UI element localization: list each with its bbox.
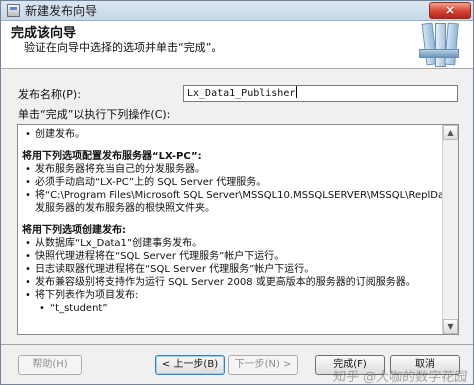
summary-line-transaction-publication: 从数据库“Lx_Data1”创建事务发布。 — [22, 237, 443, 250]
summary-line-snapshot-agent: 快照代理进程将在“SQL Server 代理服务”帐户下运行。 — [22, 250, 443, 263]
page-title: 完成该向导 — [11, 26, 77, 41]
summary-spacer — [22, 141, 443, 150]
summary-line-publish-tables: 将下列表作为项目发布: — [22, 289, 443, 302]
scroll-down-icon[interactable]: ▼ — [443, 319, 458, 334]
summary-line-distributor: 发布服务器将充当自己的分发服务器。 — [22, 163, 443, 176]
summary-line-log-reader-agent: 日志读取器代理进程将在“SQL Server 代理服务”帐户下运行。 — [22, 263, 443, 276]
publisher-name-input[interactable]: Lx_Data1_Publisher — [183, 85, 458, 102]
summary-line-agent-service: 必须手动启动“LX-PC”上的 SQL Server 代理服务。 — [22, 176, 443, 189]
actions-summary-box[interactable]: 创建发布。 将用下列选项配置发布服务器“LX-PC”: 发布服务器将充当自己的分… — [17, 124, 459, 335]
wizard-header: 完成该向导 验证在向导中选择的选项并单击“完成”。 — [1, 21, 473, 69]
window-app-icon — [7, 4, 20, 17]
wizard-footer: 帮助(H) < 上一步(B) 下一步(N) > 完成(F) 取消 知乎 @大咖的… — [1, 344, 473, 384]
title-bar: 新建发布向导 × — [1, 1, 473, 21]
summary-heading-create-publication: 将用下列选项创建发布: — [22, 225, 126, 236]
actions-summary-content: 创建发布。 将用下列选项配置发布服务器“LX-PC”: 发布服务器将充当自己的分… — [18, 125, 443, 334]
summary-line-snapshot-folder-continued: 发服务器的发布服务器的根快照文件夹。 — [35, 203, 215, 214]
publisher-name-label: 发布名称(P): — [18, 88, 81, 101]
back-button[interactable]: < 上一步(B) — [155, 355, 225, 375]
new-publication-wizard-window: 新建发布向导 × 完成该向导 验证在向导中选择的选项并单击“完成”。 发布名称(… — [0, 0, 474, 385]
scroll-up-icon[interactable]: ▲ — [443, 125, 458, 140]
cancel-button[interactable]: 取消 — [390, 355, 460, 375]
summary-line-snapshot-folder: 将“C:\Program Files\Microsoft SQL Server\… — [22, 189, 443, 202]
actions-label: 单击“完成”以执行下列操作(C): — [18, 108, 171, 121]
finish-button[interactable]: 完成(F) — [315, 355, 385, 375]
next-button[interactable]: 下一步(N) > — [228, 355, 298, 375]
page-subtitle: 验证在向导中选择的选项并单击“完成”。 — [24, 41, 223, 54]
summary-heading-configure-publisher: 将用下列选项配置发布服务器“LX-PC”: — [22, 151, 202, 162]
help-button[interactable]: 帮助(H) — [18, 355, 82, 375]
summary-line-compatibility: 发布兼容级别将支持作为运行 SQL Server 2008 或更高版本的服务器的… — [22, 276, 443, 289]
summary-scrollbar[interactable]: ▲ ▼ — [442, 125, 458, 334]
summary-line-table-item: “t_student” — [22, 302, 443, 315]
books-icon — [417, 21, 465, 69]
summary-spacer — [22, 215, 443, 224]
text-caret — [296, 86, 298, 98]
close-button[interactable]: × — [429, 2, 471, 19]
publisher-name-value: Lx_Data1_Publisher — [187, 88, 296, 99]
summary-line-create-publication: 创建发布。 — [22, 128, 443, 141]
window-title: 新建发布向导 — [25, 4, 98, 18]
